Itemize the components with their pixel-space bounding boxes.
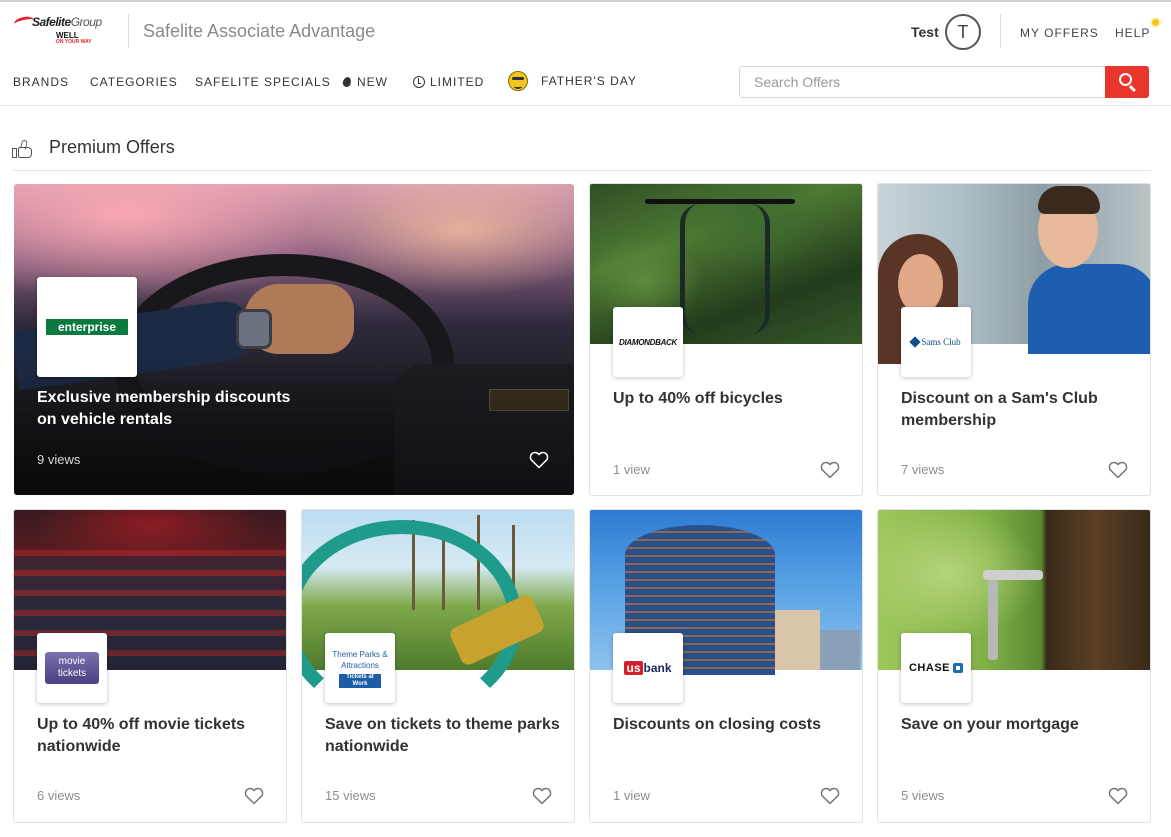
- offer-title: Save on tickets to theme parks nationwid…: [325, 716, 560, 755]
- offer-title: Exclusive membership discounts on vehicl…: [37, 389, 291, 428]
- favorite-heart-icon[interactable]: [532, 787, 552, 805]
- offer-title: Save on your mortgage: [901, 716, 1079, 733]
- brand-logo-sams-club: Sams Club: [901, 307, 971, 377]
- thumbs-up-icon: [12, 139, 34, 159]
- offer-views: 5 views: [901, 788, 945, 803]
- header-divider-right: [1000, 14, 1001, 48]
- clock-icon: [413, 76, 425, 88]
- premium-offers-heading: Premium Offers: [12, 135, 1151, 171]
- offer-card-chase[interactable]: CHASE Save on your mortgage 5 views: [877, 509, 1151, 823]
- offer-views: 1 view: [613, 788, 650, 803]
- brand-logo-movie-tickets: movie tickets: [37, 633, 107, 703]
- user-name[interactable]: Test: [911, 24, 939, 40]
- offer-card-sams-club[interactable]: Sams Club Discount on a Sam's Club membe…: [877, 183, 1151, 496]
- nav-limited[interactable]: LIMITED: [413, 75, 484, 89]
- favorite-heart-icon[interactable]: [820, 787, 840, 805]
- offer-views: 1 view: [613, 462, 650, 477]
- offer-views: 15 views: [325, 788, 376, 803]
- favorite-heart-icon[interactable]: [244, 787, 264, 805]
- favorite-heart-icon[interactable]: [1108, 787, 1128, 805]
- offer-title: Up to 40% off bicycles: [613, 390, 783, 407]
- search-button[interactable]: [1105, 66, 1149, 98]
- offer-card-us-bank[interactable]: us bank Discounts on closing costs 1 view: [589, 509, 863, 823]
- search-input[interactable]: [739, 66, 1106, 98]
- nav-fathers-day[interactable]: FATHER'S DAY: [508, 71, 637, 91]
- diamond-icon: [909, 336, 922, 348]
- favorite-heart-icon[interactable]: [820, 461, 840, 479]
- offer-views: 6 views: [37, 788, 81, 803]
- offer-title: Up to 40% off movie tickets nationwide: [37, 716, 246, 755]
- site-title: Safelite Associate Advantage: [143, 21, 376, 41]
- site-header: SafeliteGroup WELL ON YOUR WAY Safelite A…: [0, 2, 1171, 58]
- search-icon: [1119, 73, 1132, 86]
- offer-views: 7 views: [901, 462, 945, 477]
- avatar[interactable]: T: [945, 14, 981, 50]
- chase-octagon-icon: [953, 663, 963, 673]
- nav-new[interactable]: NEW: [342, 75, 388, 89]
- face-icon: [508, 71, 528, 91]
- header-divider: [128, 14, 129, 48]
- nav-categories[interactable]: CATEGORIES: [90, 75, 178, 89]
- offer-card-enterprise[interactable]: enterprise Exclusive membership discount…: [14, 184, 574, 495]
- brand-logo-chase: CHASE: [901, 633, 971, 703]
- offer-card-diamondback[interactable]: DIAMONDBACK Up to 40% off bicycles 1 vie…: [589, 183, 863, 496]
- brand-logo-diamondback: DIAMONDBACK: [613, 307, 683, 377]
- brand-logo-us-bank: us bank: [613, 633, 683, 703]
- offer-card-theme-parks[interactable]: Theme Parks & Attractions Tickets at Wor…: [301, 509, 575, 823]
- offer-card-movie-tickets[interactable]: movie tickets Up to 40% off movie ticket…: [13, 509, 287, 823]
- brand-logo-enterprise: enterprise: [37, 277, 137, 377]
- offer-title: Discount on a Sam's Club membership: [901, 390, 1098, 429]
- favorite-heart-icon[interactable]: [1108, 461, 1128, 479]
- offer-views: 9 views: [37, 452, 81, 467]
- main-nav: BRANDS CATEGORIES SAFELITE SPECIALS NEW …: [0, 62, 1171, 106]
- nav-safelite-specials[interactable]: SAFELITE SPECIALS: [195, 75, 331, 89]
- logo-wordmark: SafeliteGroup: [32, 15, 102, 29]
- logo-tagline: WELL ON YOUR WAY: [56, 31, 92, 46]
- flame-icon: [342, 76, 352, 88]
- nav-brands[interactable]: BRANDS: [13, 75, 69, 89]
- help-link[interactable]: HELP: [1115, 26, 1150, 40]
- my-offers-link[interactable]: MY OFFERS: [1020, 26, 1099, 40]
- offer-title: Discounts on closing costs: [613, 716, 822, 733]
- section-title: Premium Offers: [49, 137, 175, 157]
- brand-logo-tickets-at-work: Theme Parks & Attractions Tickets at Wor…: [325, 633, 395, 703]
- safelite-logo[interactable]: SafeliteGroup WELL ON YOUR WAY: [12, 14, 112, 48]
- notification-dot-icon: [1150, 17, 1161, 28]
- favorite-heart-icon[interactable]: [529, 451, 549, 469]
